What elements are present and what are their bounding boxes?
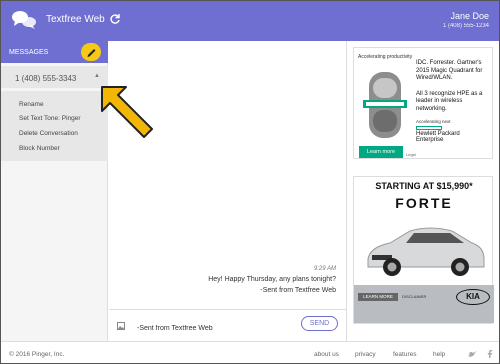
kia-model: FORTE [395,195,453,211]
menu-item-delete-conversation[interactable]: Delete Conversation [19,130,78,137]
refresh-icon[interactable] [109,13,121,25]
user-phone-number: 1 (408) 555-1234 [442,23,489,29]
menu-item-set-text-tone[interactable]: Set Text Tone: Pinger [19,115,81,122]
chevron-up-icon[interactable]: ▲ [94,73,100,79]
car-image [367,227,485,276]
messages-header: MESSAGES [1,41,108,63]
top-header: Textfree Web Jane Doe 1 (408) 555-1234 [1,1,499,41]
footer-link-features[interactable]: features [393,351,417,358]
conversation-contact-number: 1 (408) 555-3343 [15,74,77,83]
app-title: Textfree Web [46,14,105,25]
hpe-headline: IDC. Forrester. Gartner's 2015 Magic Qua… [416,60,483,81]
footer-link-about-us[interactable]: about us [314,351,339,358]
hpe-collage-image [363,72,407,138]
message-text-line-1: Hey! Happy Thursday, any plans tonight? [208,276,336,283]
footer: © 2016 Pinger, Inc. about us privacy fea… [1,341,499,363]
facebook-icon[interactable] [485,349,495,359]
kia-disclaimer[interactable]: DISCLAIMER [402,294,426,299]
hpe-learn-more-button[interactable]: Learn more [359,146,403,158]
ads-column: Accelerating productivity Learn more IDC… [346,41,499,341]
hpe-ad-left: Accelerating productivity Learn more [356,50,414,158]
message-composer: SEND [109,309,346,341]
hpe-small-text: Accelerating productivity [358,54,413,60]
menu-item-rename[interactable]: Rename [19,101,44,108]
footer-link-help[interactable]: help [433,351,445,358]
hpe-brand-line-2: Enterprise [416,137,444,143]
kia-price: STARTING AT $15,990* [375,181,473,191]
sidebar: MESSAGES 1 (408) 555-3343 ▲ Rename Set T… [1,41,108,341]
user-name[interactable]: Jane Doe [450,11,489,21]
footer-link-privacy[interactable]: privacy [355,351,376,358]
conversation-item[interactable]: 1 (408) 555-3343 ▲ [1,66,108,88]
compose-button[interactable] [81,43,101,61]
send-button[interactable]: SEND [301,316,338,331]
message-timestamp: 9:29 AM [313,266,336,272]
chat-bubbles-logo-icon[interactable] [11,9,37,31]
app-window: Textfree Web Jane Doe 1 (408) 555-1234 M… [0,0,500,364]
image-attach-icon[interactable] [117,322,125,330]
menu-item-block-number[interactable]: Block Number [19,145,60,152]
hpe-ad-right: IDC. Forrester. Gartner's 2015 Magic Qua… [416,60,492,143]
messages-label: MESSAGES [9,49,49,56]
hpe-subheadline: All 3 recognize HPE as a leader in wirel… [416,90,483,112]
pencil-icon [87,49,96,57]
kia-advertisement[interactable]: STARTING AT $15,990* FORTE LEARN MORE DI… [353,176,494,324]
kia-learn-more-button[interactable]: LEARN MORE [358,293,398,301]
hpe-advertisement[interactable]: Accelerating productivity Learn more IDC… [353,47,493,159]
message-text-line-2: -Sent from Textfree Web [260,287,336,294]
kia-logo: KIA [456,289,490,305]
hpe-tagline: Accelerating next [416,119,451,124]
twitter-icon[interactable] [467,349,477,359]
yellow-arrow-icon [101,86,153,138]
message-input[interactable] [137,319,287,335]
hpe-logo-icon [416,126,442,130]
copyright: © 2016 Pinger, Inc. [9,351,65,358]
conversation-menu: Rename Set Text Tone: Pinger Delete Conv… [1,91,108,161]
hpe-legal[interactable]: Legal [406,152,416,157]
kia-footer-bar: LEARN MORE DISCLAIMER KIA [354,285,494,323]
